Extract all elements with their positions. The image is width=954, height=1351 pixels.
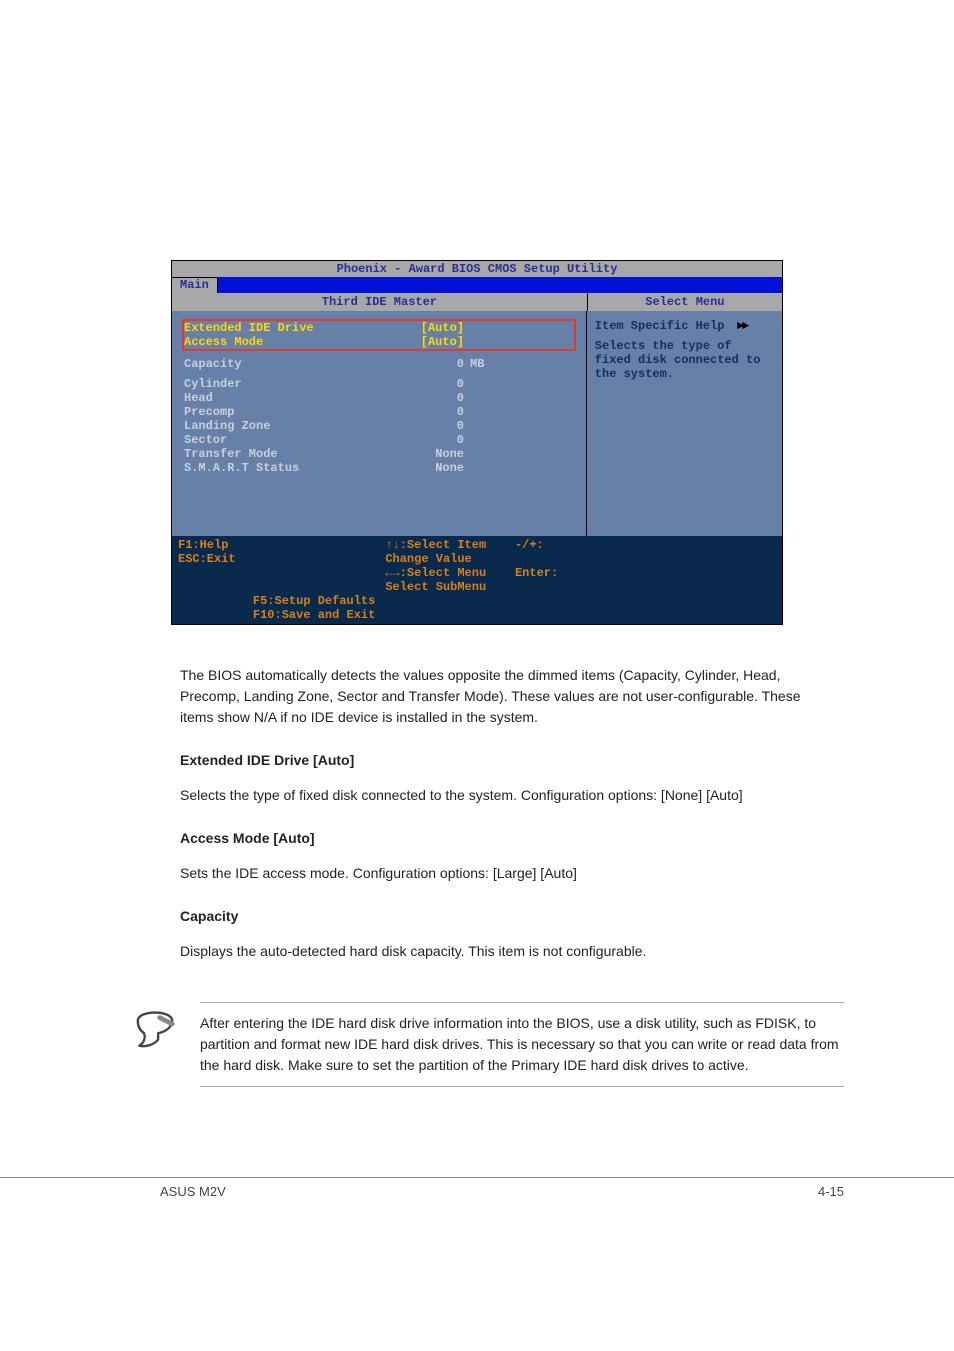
paragraph-intro: The BIOS automatically detects the value… [180,665,834,728]
bios-tabbar: Main [172,277,782,293]
info-label: Head [184,391,384,405]
info-label: Capacity [184,357,384,371]
hint-select-menu: ←→:Select Menu [385,566,486,580]
info-value: None [384,447,464,461]
hint-f1-help: F1:Help [178,538,375,552]
panel-title: Third IDE Master [172,293,588,311]
setting-extended-ide-drive[interactable]: Extended IDE Drive [Auto] [184,321,574,335]
setting-value: [Auto] [384,335,464,349]
footer-nav: ↑↓:Select Item -/+: Change Value ←→:Sele… [375,538,582,594]
info-value: 0 [384,377,464,391]
paragraph-extended-ide-drive: Selects the type of fixed disk connected… [180,785,834,806]
hint-f10-save-exit: F10:Save and Exit [178,608,375,622]
info-sector: Sector 0 [184,433,574,447]
bios-settings-panel: Extended IDE Drive [Auto] Access Mode [A… [172,311,587,536]
info-value: 0 [384,391,464,405]
note-icon [130,1002,180,1052]
bios-help-panel: Item Specific Help ►► Selects the type o… [587,311,782,536]
help-title: Item Specific Help [595,319,725,333]
selected-item-group: Extended IDE Drive [Auto] Access Mode [A… [182,319,576,351]
hint-f5-setup-defaults: F5:Setup Defaults [178,594,375,608]
info-transfer-mode: Transfer Mode None [184,447,574,461]
info-label: Transfer Mode [184,447,384,461]
select-menu-title: Select Menu [588,293,782,311]
info-label: S.M.A.R.T Status [184,461,384,475]
setting-value: [Auto] [384,321,464,335]
info-smart-status: S.M.A.R.T Status None [184,461,574,475]
info-label: Precomp [184,405,384,419]
note-text: After entering the IDE hard disk drive i… [200,1002,844,1087]
heading-extended-ide-drive: Extended IDE Drive [Auto] [180,750,834,771]
info-capacity: Capacity 0 MB [184,357,574,371]
info-value: 0 [384,357,464,371]
footer-defaults: F5:Setup Defaults F10:Save and Exit [178,594,375,622]
note-block: After entering the IDE hard disk drive i… [130,1002,844,1087]
bios-title: Phoenix - Award BIOS CMOS Setup Utility [172,261,782,277]
heading-access-mode: Access Mode [Auto] [180,828,834,849]
info-landing-zone: Landing Zone 0 [184,419,574,433]
bios-window: Phoenix - Award BIOS CMOS Setup Utility … [171,260,783,625]
page-footer: ASUS M2V 4-15 [0,1177,954,1229]
info-value: 0 [384,419,464,433]
info-label: Landing Zone [184,419,384,433]
paragraph-capacity: Displays the auto-detected hard disk cap… [180,941,834,962]
hint-esc-exit: ESC:Exit [178,552,375,566]
info-value: 0 [384,405,464,419]
info-value: 0 [384,433,464,447]
bios-footer: F1:Help ESC:Exit ↑↓:Select Item -/+: Cha… [172,536,782,624]
fast-forward-icon: ►► [732,319,748,333]
setting-access-mode[interactable]: Access Mode [Auto] [184,335,574,349]
tab-main[interactable]: Main [172,277,218,293]
setting-label: Extended IDE Drive [184,321,384,335]
paragraph-access-mode: Sets the IDE access mode. Configuration … [180,863,834,884]
page-body-text: The BIOS automatically detects the value… [180,665,834,962]
footer-left: ASUS M2V [160,1184,226,1199]
footer-help: F1:Help ESC:Exit [178,538,375,594]
info-cylinder: Cylinder 0 [184,377,574,391]
info-head: Head 0 [184,391,574,405]
hint-select-item: ↑↓:Select Item [385,538,486,552]
heading-capacity: Capacity [180,906,834,927]
footer-right: 4-15 [818,1184,844,1199]
info-unit: MB [464,357,484,371]
info-precomp: Precomp 0 [184,405,574,419]
info-label: Sector [184,433,384,447]
bios-panel-headers: Third IDE Master Select Menu [172,293,782,311]
info-label: Cylinder [184,377,384,391]
info-value: None [384,461,464,475]
help-body: Selects the type of fixed disk connected… [595,339,774,381]
setting-label: Access Mode [184,335,384,349]
